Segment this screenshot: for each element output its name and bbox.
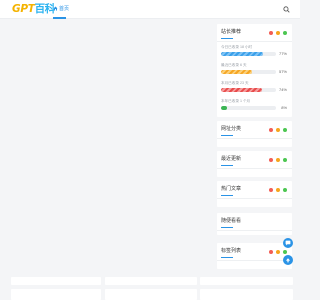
nav-home-link[interactable]: 首页 [53,5,69,13]
home-icon [53,6,58,11]
tags-card-header: 标签列表 [217,243,292,261]
green-dot [283,158,287,162]
stats-card-header: 站长推荐 [217,24,292,42]
green-dot [283,188,287,192]
window-dots [269,158,287,162]
back-to-top-button[interactable] [283,255,293,265]
category-card: 网址分类 [217,121,292,147]
search-icon [282,5,290,13]
content-card[interactable] [11,277,101,285]
stat-progress-fill [221,88,262,92]
stat-percent: 8% [281,105,287,110]
stat-progress-fill [221,70,253,74]
red-dot [269,188,273,192]
green-dot [283,31,287,35]
logo-text-cn: 百科 [34,3,56,15]
stat-percent: 77% [278,51,287,56]
red-dot [269,31,273,35]
chat-button[interactable] [283,238,293,248]
site-logo[interactable]: GPT百科 [12,4,55,15]
stat-label: 今日已收录 18 小时 [221,45,253,49]
random-card: 随便看看 [217,213,292,235]
recent-updates-card-title: 最近更新 [221,156,242,166]
content-card[interactable] [200,289,293,300]
logo-text-en: GPT [12,3,35,15]
stat-label: 本年已收录 1 个月 [221,99,251,103]
stat-progress-track [221,88,276,92]
orange-dot [276,31,280,35]
red-dot [269,128,273,132]
orange-dot [276,188,280,192]
recent-updates-card: 最近更新 [217,151,292,177]
stat-progress-fill [221,52,264,56]
tags-card: 标签列表 [217,243,292,269]
window-dots [269,31,287,35]
green-dot [283,128,287,132]
stats-card: 站长推荐 今日已收录 18 小时 77% 最近已收录 6 天 57% 本月已收录… [217,24,292,117]
stat-item: 本年已收录 1 个月 8% [221,99,287,113]
stat-progress-track [221,70,276,74]
orange-dot [276,128,280,132]
nav-home-label: 首页 [59,6,70,12]
tags-card-title: 标签列表 [221,248,242,258]
search-button[interactable] [280,3,292,15]
stat-progress-fill [221,106,227,110]
popular-articles-card: 热门文章 [217,181,292,207]
orange-dot [276,158,280,162]
stat-progress-track [221,52,276,56]
arrow-up-icon [285,258,291,263]
stat-item: 最近已收录 6 天 57% [221,63,287,77]
stat-item: 本月已收录 23 天 74% [221,81,287,95]
category-card-title: 网址分类 [221,126,242,136]
green-dot [283,250,287,254]
stat-label: 本月已收录 23 天 [221,81,249,85]
orange-dot [276,250,280,254]
content-card[interactable] [11,289,101,300]
random-card-header: 随便看看 [217,213,292,231]
red-dot [269,158,273,162]
chat-icon [285,240,291,246]
recent-updates-card-header: 最近更新 [217,151,292,169]
stat-percent: 57% [278,69,287,74]
nav-active-indicator [53,17,66,19]
stat-progress-track [221,106,276,110]
content-card[interactable] [105,289,197,300]
red-dot [269,250,273,254]
content-card[interactable] [105,277,197,285]
popular-articles-card-title: 热门文章 [221,186,242,196]
stat-percent: 74% [278,87,287,92]
window-dots [269,128,287,132]
top-navbar: GPT百科 首页 [0,0,300,19]
stats-card-title: 站长推荐 [221,29,242,39]
popular-articles-card-header: 热门文章 [217,181,292,199]
content-card[interactable] [200,277,293,285]
window-dots [269,250,287,254]
stat-item: 今日已收录 18 小时 77% [221,45,287,59]
category-card-header: 网址分类 [217,121,292,139]
random-card-title: 随便看看 [221,218,242,228]
stat-label: 最近已收录 6 天 [221,63,247,67]
window-dots [269,188,287,192]
